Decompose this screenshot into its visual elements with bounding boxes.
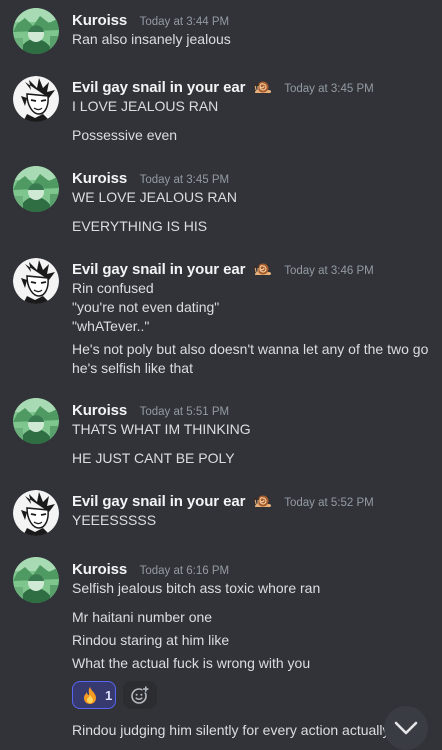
timestamp: Today at 6:16 PM xyxy=(139,565,230,577)
timestamp: Today at 3:44 PM xyxy=(139,16,230,28)
message-header: Kuroiss Today at 3:44 PM xyxy=(72,12,229,30)
avatar[interactable] xyxy=(13,76,59,122)
timestamp: Today at 5:52 PM xyxy=(284,497,374,509)
username[interactable]: Evil gay snail in your ear xyxy=(72,79,245,96)
avatar[interactable] xyxy=(13,398,59,444)
message-text: He's not poly but also doesn't wanna let… xyxy=(72,341,429,357)
avatar[interactable] xyxy=(13,490,59,536)
timestamp: Today at 3:45 PM xyxy=(139,174,230,186)
message-header: Kuroiss Today at 3:45 PM xyxy=(72,170,229,188)
message-text: he's selfish like that xyxy=(72,360,193,376)
fire-icon xyxy=(81,686,99,710)
username[interactable]: Evil gay snail in your ear xyxy=(72,261,245,278)
timestamp: Today at 3:45 PM xyxy=(284,83,374,95)
message-text: "you're not even dating" xyxy=(72,299,220,315)
username[interactable]: Kuroiss xyxy=(72,402,127,419)
timestamp: Today at 5:51 PM xyxy=(139,406,230,418)
message-header: Evil gay snail in your ear Today at 5:52… xyxy=(72,493,374,514)
chat-message-list: Kuroiss Today at 3:44 PM Ran also insane… xyxy=(0,0,442,750)
chevron-down-icon xyxy=(394,721,418,735)
message-text: Rin confused xyxy=(72,280,154,296)
message-text: "whATever.." xyxy=(72,318,150,334)
message-text: I LOVE JEALOUS RAN xyxy=(72,98,219,114)
jump-to-present-button[interactable] xyxy=(384,706,428,750)
message-header: Kuroiss Today at 5:51 PM xyxy=(72,402,229,420)
avatar[interactable] xyxy=(13,258,59,304)
message-text: Rindou judging him silently for every ac… xyxy=(72,722,390,738)
avatar[interactable] xyxy=(13,166,59,212)
message-text: Ran also insanely jealous xyxy=(72,31,231,47)
message-header: Evil gay snail in your ear Today at 3:46… xyxy=(72,261,374,282)
message-text: What the actual fuck is wrong with you xyxy=(72,655,311,671)
message-text: HE JUST CANT BE POLY xyxy=(72,450,235,466)
message-text: Selfish jealous bitch ass toxic whore ra… xyxy=(72,580,321,596)
snail-icon xyxy=(253,494,272,514)
message-text: EVERYTHING IS HIS xyxy=(72,218,208,234)
message-text: WE LOVE JEALOUS RAN xyxy=(72,189,237,205)
avatar[interactable] xyxy=(13,557,59,603)
snail-icon xyxy=(253,262,272,282)
avatar[interactable] xyxy=(13,8,59,54)
timestamp: Today at 3:46 PM xyxy=(284,265,374,277)
message-text: YEEESSSSS xyxy=(72,512,157,528)
message-header: Evil gay snail in your ear Today at 3:45… xyxy=(72,79,374,100)
username[interactable]: Evil gay snail in your ear xyxy=(72,493,245,510)
add-reaction-button[interactable] xyxy=(123,681,157,709)
username[interactable]: Kuroiss xyxy=(72,170,127,187)
add-reaction-icon xyxy=(131,686,149,704)
message-text: Possessive even xyxy=(72,127,178,143)
message-text: Rindou staring at him like xyxy=(72,632,230,648)
reaction-count: 1 xyxy=(105,688,113,703)
message-text: Mr haitani number one xyxy=(72,609,213,625)
snail-icon xyxy=(253,80,272,100)
message-text: THATS WHAT IM THINKING xyxy=(72,421,251,437)
message-header: Kuroiss Today at 6:16 PM xyxy=(72,561,229,579)
username[interactable]: Kuroiss xyxy=(72,12,127,29)
username[interactable]: Kuroiss xyxy=(72,561,127,578)
reaction-pill[interactable]: 1 xyxy=(72,681,116,709)
